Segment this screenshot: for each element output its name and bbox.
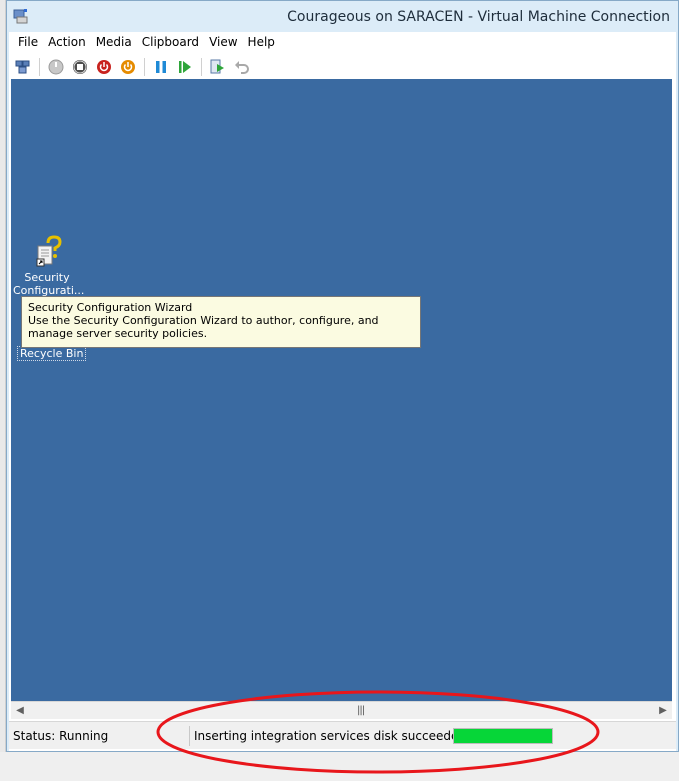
menu-bar: File Action Media Clipboard View Help — [9, 32, 676, 54]
menu-action[interactable]: Action — [45, 32, 93, 54]
save-state-icon — [121, 59, 135, 74]
checkpoint-button[interactable] — [206, 56, 230, 78]
horizontal-scrollbar[interactable]: ◀ ||| ▶ — [11, 701, 672, 719]
scroll-right-icon[interactable]: ▶ — [656, 704, 670, 718]
shortcut-label-line1: Security — [24, 271, 70, 284]
vm-status-text: Status: Running — [13, 729, 109, 743]
scroll-grip-icon[interactable]: ||| — [357, 705, 365, 716]
start-button[interactable] — [44, 56, 68, 78]
pause-button[interactable] — [149, 56, 173, 78]
status-bar: Status: Running Inserting integration se… — [9, 721, 676, 749]
vm-connection-window: Courageous on SARACEN - Virtual Machine … — [6, 0, 679, 752]
window-title: Courageous on SARACEN - Virtual Machine … — [287, 9, 670, 25]
tooltip-title: Security Configuration Wizard — [28, 301, 193, 314]
revert-icon — [235, 60, 249, 74]
reset-button[interactable] — [173, 56, 197, 78]
progress-fill — [454, 729, 552, 743]
revert-button[interactable] — [230, 56, 254, 78]
menu-media[interactable]: Media — [93, 32, 139, 54]
shut-down-button[interactable] — [92, 56, 116, 78]
toolbar-separator — [39, 57, 40, 76]
shut-down-icon — [97, 59, 111, 74]
progress-bar — [453, 728, 553, 744]
turn-off-icon — [73, 59, 87, 74]
menu-help[interactable]: Help — [245, 32, 282, 54]
security-configuration-wizard-shortcut[interactable]: Security Configurati... — [13, 235, 84, 297]
background-area — [0, 752, 679, 781]
vm-connection-app-icon — [13, 9, 28, 24]
checkpoint-icon — [210, 59, 224, 73]
turn-off-button[interactable] — [68, 56, 92, 78]
title-bar[interactable]: Courageous on SARACEN - Virtual Machine … — [7, 1, 678, 32]
save-button[interactable] — [116, 56, 140, 78]
toolbar-separator — [144, 57, 145, 76]
status-message: Inserting integration services disk succ… — [194, 729, 466, 743]
start-icon — [48, 59, 64, 74]
vm-desktop[interactable]: Security Configurati... Recycle Bin Secu… — [11, 79, 672, 719]
menu-file[interactable]: File — [15, 32, 45, 54]
reset-icon — [179, 60, 191, 73]
security-wizard-icon — [36, 235, 62, 267]
menu-view[interactable]: View — [206, 32, 244, 54]
tooltip-body: Use the Security Configuration Wizard to… — [28, 314, 379, 340]
pause-icon — [156, 60, 166, 73]
toolbar-separator — [201, 57, 202, 76]
ctrl-alt-del-icon — [15, 60, 30, 73]
toolbar — [9, 54, 676, 79]
menu-clipboard[interactable]: Clipboard — [139, 32, 206, 54]
recycle-bin-label[interactable]: Recycle Bin — [17, 346, 87, 361]
shortcut-tooltip: Security Configuration Wizard Use the Se… — [21, 296, 421, 348]
client-area: File Action Media Clipboard View Help Se… — [9, 32, 676, 751]
status-divider — [189, 726, 190, 746]
scroll-left-icon[interactable]: ◀ — [13, 704, 27, 718]
ctrl-alt-del-button[interactable] — [11, 56, 35, 78]
